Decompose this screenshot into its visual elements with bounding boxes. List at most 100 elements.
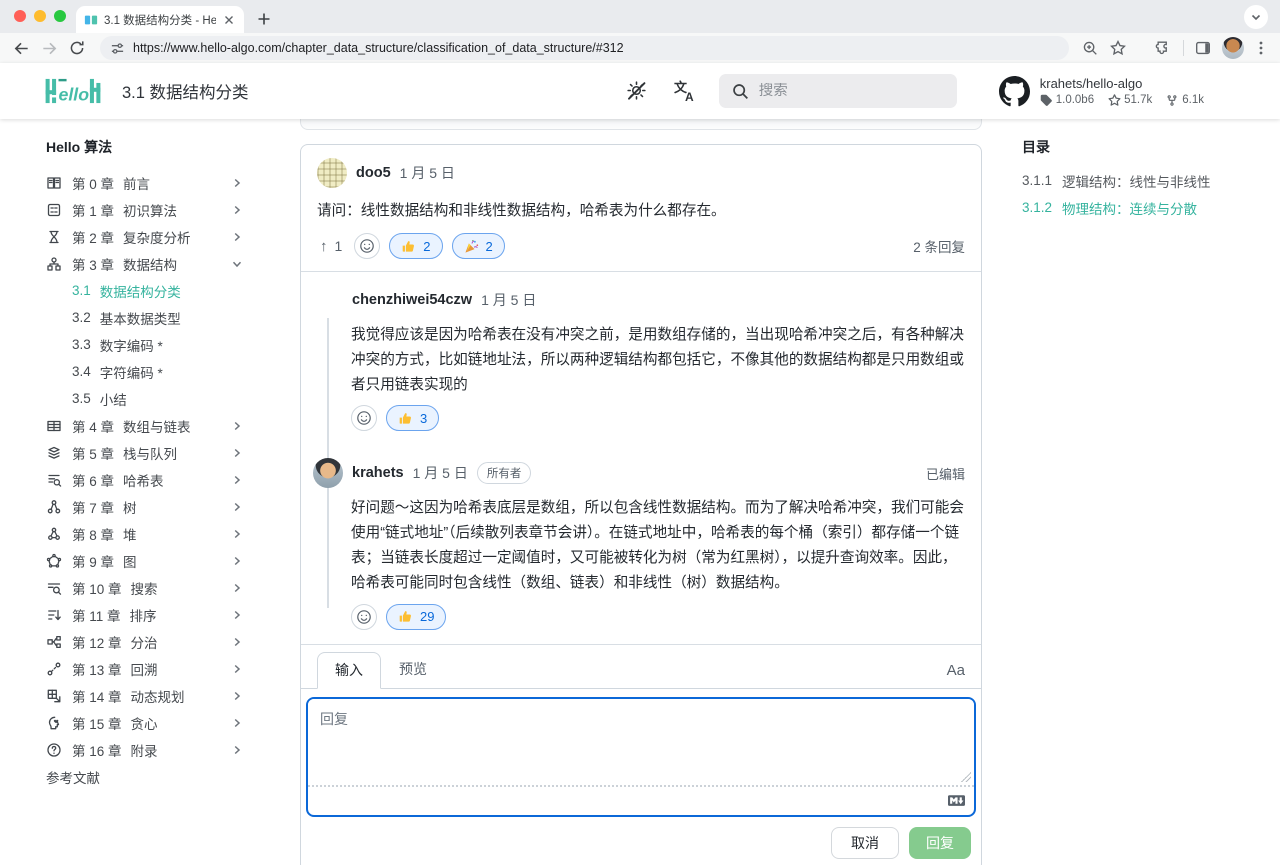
sidebar-subitem[interactable]: 3.5 小结	[46, 385, 260, 412]
site-search[interactable]	[719, 74, 957, 108]
sidebar-item[interactable]: 第 5 章 栈与队列	[46, 439, 260, 466]
reply-author[interactable]: krahets	[352, 465, 404, 481]
divide-icon	[46, 634, 62, 650]
site-settings-icon[interactable]	[110, 41, 125, 56]
chevron-right-icon	[232, 610, 242, 620]
cancel-button[interactable]: 取消	[831, 827, 899, 859]
sidebar-subitem[interactable]: 3.4 字符编码 *	[46, 358, 260, 385]
reply-submit-button[interactable]: 回复	[909, 827, 971, 859]
reply-editor	[306, 697, 976, 817]
sidebar-item[interactable]: 第 10 章 搜索	[46, 574, 260, 601]
sidebar-item[interactable]: 第 14 章 动态规划	[46, 682, 260, 709]
reply-date[interactable]: 1 月 5 日	[413, 463, 468, 483]
maximize-window-button[interactable]	[54, 10, 66, 22]
site-header: ello 3.1 数据结构分类 文A krahets/hello-algo 1.…	[0, 63, 1280, 119]
chevron-right-icon	[232, 529, 242, 539]
tab-search-button[interactable]	[1244, 5, 1268, 29]
tab-write[interactable]: 输入	[317, 652, 381, 689]
toc-item[interactable]: 3.1.1 逻辑结构：线性与非线性	[1022, 167, 1280, 194]
comment-author[interactable]: doo5	[356, 165, 391, 181]
sidebar-item[interactable]: 第 16 章 附录	[46, 736, 260, 763]
sidebar-item[interactable]: 第 12 章 分治	[46, 628, 260, 655]
reply-date[interactable]: 1 月 5 日	[481, 290, 536, 310]
comment-date[interactable]: 1 月 5 日	[400, 163, 455, 183]
close-tab-icon[interactable]	[222, 13, 236, 27]
reaction-pill[interactable]: 2	[452, 233, 505, 259]
window-controls[interactable]	[14, 10, 66, 22]
add-reaction-button[interactable]	[354, 233, 380, 259]
reply-textarea[interactable]	[308, 699, 974, 785]
new-tab-button[interactable]	[256, 11, 272, 27]
chevron-right-icon	[232, 178, 242, 188]
markdown-icon[interactable]	[948, 792, 965, 809]
data-structure-icon	[46, 256, 62, 272]
toc-item[interactable]: 3.1.2 物理结构：连续与分散	[1022, 194, 1280, 221]
hourglass-icon	[46, 229, 62, 245]
toc-title: 目录	[1022, 137, 1280, 157]
reaction-pill[interactable]: 3	[386, 405, 439, 431]
add-reaction-button[interactable]	[351, 405, 377, 431]
zoom-icon[interactable]	[1081, 39, 1099, 57]
sidebar-item[interactable]: 第 0 章 前言	[46, 169, 260, 196]
heap-icon	[46, 526, 62, 542]
tab-preview[interactable]: 预览	[381, 651, 445, 688]
chevron-right-icon	[232, 583, 242, 593]
avatar[interactable]	[317, 158, 347, 188]
sidebar-subitem[interactable]: 3.2 基本数据类型	[46, 304, 260, 331]
sidebar-subitem[interactable]: 3.3 数字编码 *	[46, 331, 260, 358]
sidebar-item[interactable]: 第 4 章 数组与链表	[46, 412, 260, 439]
avatar[interactable]	[313, 285, 343, 315]
chevron-right-icon	[232, 448, 242, 458]
sidebar-item[interactable]: 第 9 章 图	[46, 547, 260, 574]
graph-icon	[46, 553, 62, 569]
sidebar-subitem[interactable]: 3.1 数据结构分类	[46, 277, 260, 304]
reaction-pill[interactable]: 29	[386, 604, 446, 630]
reaction-pill[interactable]: 2	[389, 233, 442, 259]
avatar[interactable]	[313, 458, 343, 488]
sidebar-item[interactable]: 第 7 章 树	[46, 493, 260, 520]
sidebar-brand[interactable]: Hello 算法	[46, 137, 260, 157]
hash-table-icon	[46, 472, 62, 488]
upvote-button[interactable]: ↑ 1	[317, 238, 345, 255]
close-window-button[interactable]	[14, 10, 26, 22]
bookmark-icon[interactable]	[1109, 39, 1127, 57]
backtrack-icon	[46, 661, 62, 677]
up-arrow-icon: ↑	[320, 238, 328, 255]
sidebar-item[interactable]: 第 1 章 初识算法	[46, 196, 260, 223]
minimize-window-button[interactable]	[34, 10, 46, 22]
extensions-icon[interactable]	[1155, 39, 1173, 57]
sidebar-item[interactable]: 第 11 章 排序	[46, 601, 260, 628]
language-icon[interactable]: 文A	[673, 79, 697, 103]
theme-toggle-icon[interactable]	[625, 79, 649, 103]
sidebar-item-references[interactable]: 参考文献	[46, 763, 260, 790]
forward-button[interactable]	[38, 37, 60, 59]
chevron-right-icon	[232, 232, 242, 242]
browser-toolbar: https://www.hello-algo.com/chapter_data_…	[0, 33, 1280, 63]
back-button[interactable]	[10, 37, 32, 59]
side-panel-icon[interactable]	[1194, 39, 1212, 57]
add-reaction-button[interactable]	[351, 604, 377, 630]
browser-tab[interactable]: 3.1 数据结构分类 - Hello 算法	[76, 6, 244, 33]
hello-algo-logo[interactable]: ello	[44, 75, 102, 107]
github-repo-link[interactable]: krahets/hello-algo 1.0.0b6 51.7k 6.1k	[999, 76, 1204, 107]
resize-handle[interactable]	[961, 772, 971, 782]
text-format-button[interactable]: Aa	[947, 662, 965, 688]
chevron-right-icon	[232, 205, 242, 215]
browser-profile-avatar[interactable]	[1222, 37, 1244, 59]
tag-icon	[1040, 94, 1052, 106]
sidebar-item[interactable]: 第 3 章 数据结构	[46, 250, 260, 277]
reply-author[interactable]: chenzhiwei54czw	[352, 292, 472, 308]
address-bar[interactable]: https://www.hello-algo.com/chapter_data_…	[100, 36, 1069, 60]
sidebar-item[interactable]: 第 6 章 哈希表	[46, 466, 260, 493]
search-input[interactable]	[759, 83, 909, 99]
sidebar-item[interactable]: 第 15 章 贪心	[46, 709, 260, 736]
sidebar-item[interactable]: 第 2 章 复杂度分析	[46, 223, 260, 250]
reply-composer-tabs: 输入 预览 Aa	[301, 645, 981, 689]
reload-button[interactable]	[66, 37, 88, 59]
browser-tab-strip: 3.1 数据结构分类 - Hello 算法	[0, 0, 1280, 33]
chevron-right-icon	[232, 637, 242, 647]
sidebar-item[interactable]: 第 13 章 回溯	[46, 655, 260, 682]
browser-menu-icon[interactable]	[1254, 40, 1268, 56]
url-text[interactable]: https://www.hello-algo.com/chapter_data_…	[133, 41, 624, 55]
sidebar-item[interactable]: 第 8 章 堆	[46, 520, 260, 547]
